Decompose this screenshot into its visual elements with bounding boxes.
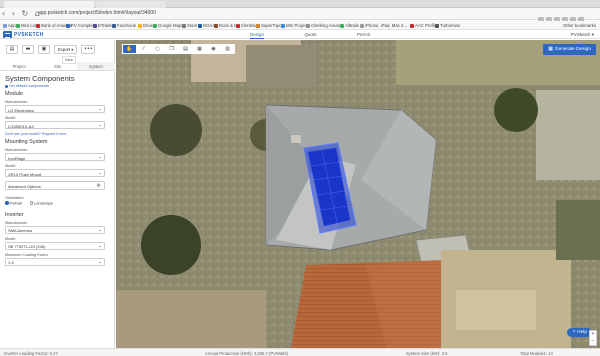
gear-icon: ⚙ — [96, 183, 101, 189]
annual-production-stat: Annual Production (kWh): 4,936.7 (PVWatt… — [205, 350, 288, 356]
system-size-stat: System Size (kW): 3.6 — [406, 350, 448, 356]
drawing-toolbar: ✋ ⁄ ○ ❐ ▤ ▦ ◉ ▥ — [122, 44, 235, 54]
bookmark-item[interactable]: Mtn Project — [281, 23, 308, 28]
bookmark-item[interactable]: iPhone, iPad, Mac Ir... — [360, 23, 407, 28]
module-manufacturer-select[interactable]: LG Electronics — [5, 105, 105, 113]
loading-factor-stat: Inverter Loading Factor: 0.47 — [4, 350, 58, 356]
field-label: Model — [5, 164, 16, 168]
tab-system[interactable]: System — [76, 62, 115, 70]
url-field[interactable]: app.pvsketch.com/project/5/index.html#/l… — [38, 10, 156, 16]
tab-permit[interactable]: Permit — [357, 30, 370, 39]
layers-icon[interactable]: ▦ — [193, 45, 206, 53]
extension-icons[interactable] — [536, 10, 596, 23]
plus-icon — [5, 84, 8, 88]
bookmark-item[interactable]: AAC Profile — [410, 23, 437, 28]
mounting-manufacturer-select[interactable]: IronRidge — [5, 153, 105, 161]
paste-icon[interactable]: ▤ — [179, 45, 192, 53]
satellite-map[interactable]: ✋ ⁄ ○ ❐ ▤ ▦ ◉ ▥ ▦ Generate Design ? Help… — [116, 40, 600, 348]
tab-project[interactable]: Project — [0, 62, 38, 70]
open-folder-icon[interactable]: ▬ — [22, 44, 34, 54]
bookmark-item[interactable]: Drive — [138, 23, 153, 28]
question-icon: ? — [572, 330, 576, 335]
bookmark-item[interactable]: Google Maps — [153, 23, 184, 28]
radio-landscape[interactable]: Landscape — [29, 201, 53, 206]
system-panel: System Components Set default components… — [5, 74, 109, 344]
mounting-heading: Mounting System — [5, 139, 48, 145]
new-file-icon[interactable]: ▤ — [6, 44, 18, 54]
bookmark-item[interactable]: PV Complete — [66, 23, 96, 28]
inverter-manufacturer-select[interactable]: SMA America — [5, 225, 105, 234]
max-loading-input[interactable]: 1.3 — [5, 257, 105, 266]
file-toolbar: ▤ ▬ ▣ Export ▾ ••• — [6, 44, 106, 54]
inverter-heading: Inverter — [5, 211, 24, 218]
stats-footer: Inverter Loading Factor: 0.47 Annual Pro… — [0, 348, 600, 356]
mounting-model-select[interactable]: XR10 Flush Mount — [5, 169, 105, 177]
other-bookmarks[interactable]: Other bookmarks — [563, 23, 596, 28]
orientation-options: Portrait Landscape — [5, 201, 109, 206]
radio-selected-icon — [5, 201, 9, 205]
bookmark-item[interactable]: Turbomine — [435, 23, 460, 28]
generate-design-button[interactable]: ▦ Generate Design — [543, 44, 596, 55]
bookmark-item[interactable]: Facebook — [112, 23, 136, 28]
panel-title: System Components — [5, 74, 75, 83]
tab-quote[interactable]: Quote — [304, 30, 316, 39]
export-button[interactable]: Export ▾ — [54, 44, 78, 54]
app-header: PVSKETCH Design Quote Permit PVSketch ▾ — [0, 30, 600, 39]
solar-panel-icon: ▦ — [548, 47, 553, 52]
save-icon[interactable]: ▣ — [38, 44, 50, 54]
field-label: Model — [5, 116, 16, 120]
user-menu[interactable]: PVSketch ▾ — [571, 32, 594, 38]
inverter-model-select[interactable]: SB 7700TL-US (240) — [5, 241, 105, 250]
orientation-label: Orientation — [5, 196, 24, 200]
field-label: Model — [5, 236, 16, 241]
total-modules-stat: Total Modules: 14 — [520, 350, 553, 356]
aerial-imagery — [116, 40, 600, 348]
bookmark-item[interactable]: ETrade — [93, 23, 112, 28]
default-components-link[interactable]: Set default components — [5, 84, 109, 88]
browser-tab[interactable] — [4, 1, 94, 8]
radio-portrait[interactable]: Portrait — [5, 201, 22, 206]
field-label: Maximum Loading Factor — [5, 252, 48, 257]
logo-icon — [3, 31, 12, 38]
bookmark-item[interactable]: SuperTopo — [256, 23, 282, 28]
bookmark-item[interactable]: Alltrails — [340, 23, 359, 28]
trash-icon[interactable]: ▥ — [221, 45, 234, 53]
field-label: Manufacturer — [5, 220, 28, 225]
bookmark-item[interactable]: NOAA — [198, 23, 215, 28]
module-heading: Module — [5, 91, 24, 97]
field-label: Manufacturer — [5, 100, 28, 104]
bookmark-item[interactable]: Store — [182, 23, 197, 28]
circle-tool-icon[interactable]: ○ — [151, 45, 164, 53]
module-model-select[interactable]: LG285S1K-A3 — [5, 121, 105, 129]
browser-tab[interactable] — [96, 1, 166, 8]
sidebar: ▤ ▬ ▣ Export ▾ ••• Save Project Site Sys… — [0, 40, 115, 348]
browser-tab-strip — [0, 0, 600, 8]
bookmarks-bar: Apps Mint.com Bank of America PV Complet… — [0, 21, 600, 30]
tab-site[interactable]: Site — [38, 62, 76, 70]
zoom-control[interactable]: + − — [589, 330, 597, 346]
more-button[interactable]: ••• — [81, 44, 96, 54]
sidebar-tabs: Project Site System — [0, 62, 115, 71]
address-bar: ‹ › ↻ ⌂ app.pvsketch.com/project/5/index… — [0, 8, 600, 23]
copy-icon[interactable]: ❐ — [165, 45, 178, 53]
bookmark-item[interactable]: Climbing Areas — [306, 23, 340, 28]
logo[interactable]: PVSKETCH — [3, 31, 44, 38]
eye-icon[interactable]: ◉ — [207, 45, 220, 53]
line-tool-icon[interactable]: ⁄ — [137, 45, 150, 53]
nav-buttons[interactable]: ‹ › ↻ ⌂ — [2, 9, 42, 18]
tab-design[interactable]: Design — [250, 30, 265, 39]
advanced-options-button[interactable]: Advanced Options ⚙ — [5, 181, 105, 190]
bookmark-item[interactable]: Climbing — [236, 23, 258, 28]
main-tabs: Design Quote Permit — [250, 30, 370, 39]
hand-pan-icon[interactable]: ✋ — [123, 45, 136, 53]
field-label: Manufacturer — [5, 148, 28, 152]
radio-empty-icon — [29, 201, 34, 205]
request-model-link[interactable]: Don't see your model? Request it here. — [5, 132, 109, 136]
